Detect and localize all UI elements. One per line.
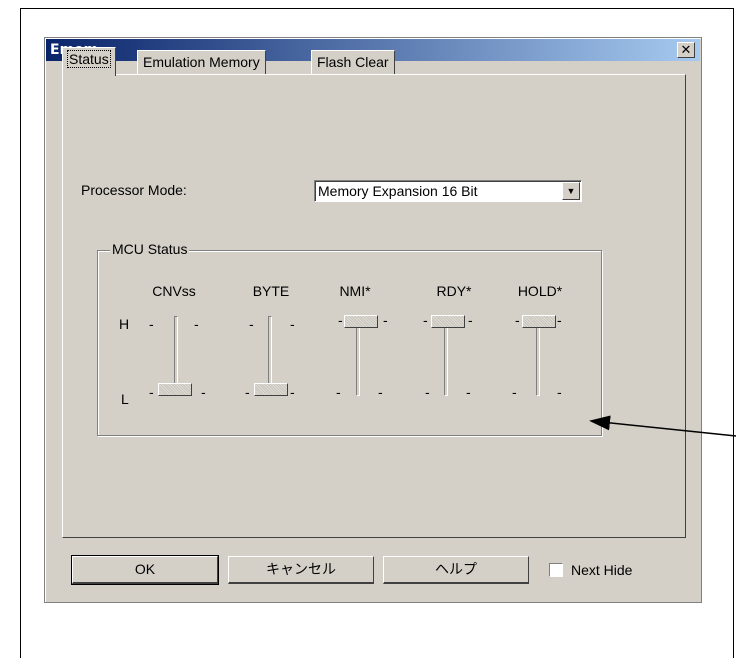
- annotation-arrow: [589, 415, 736, 437]
